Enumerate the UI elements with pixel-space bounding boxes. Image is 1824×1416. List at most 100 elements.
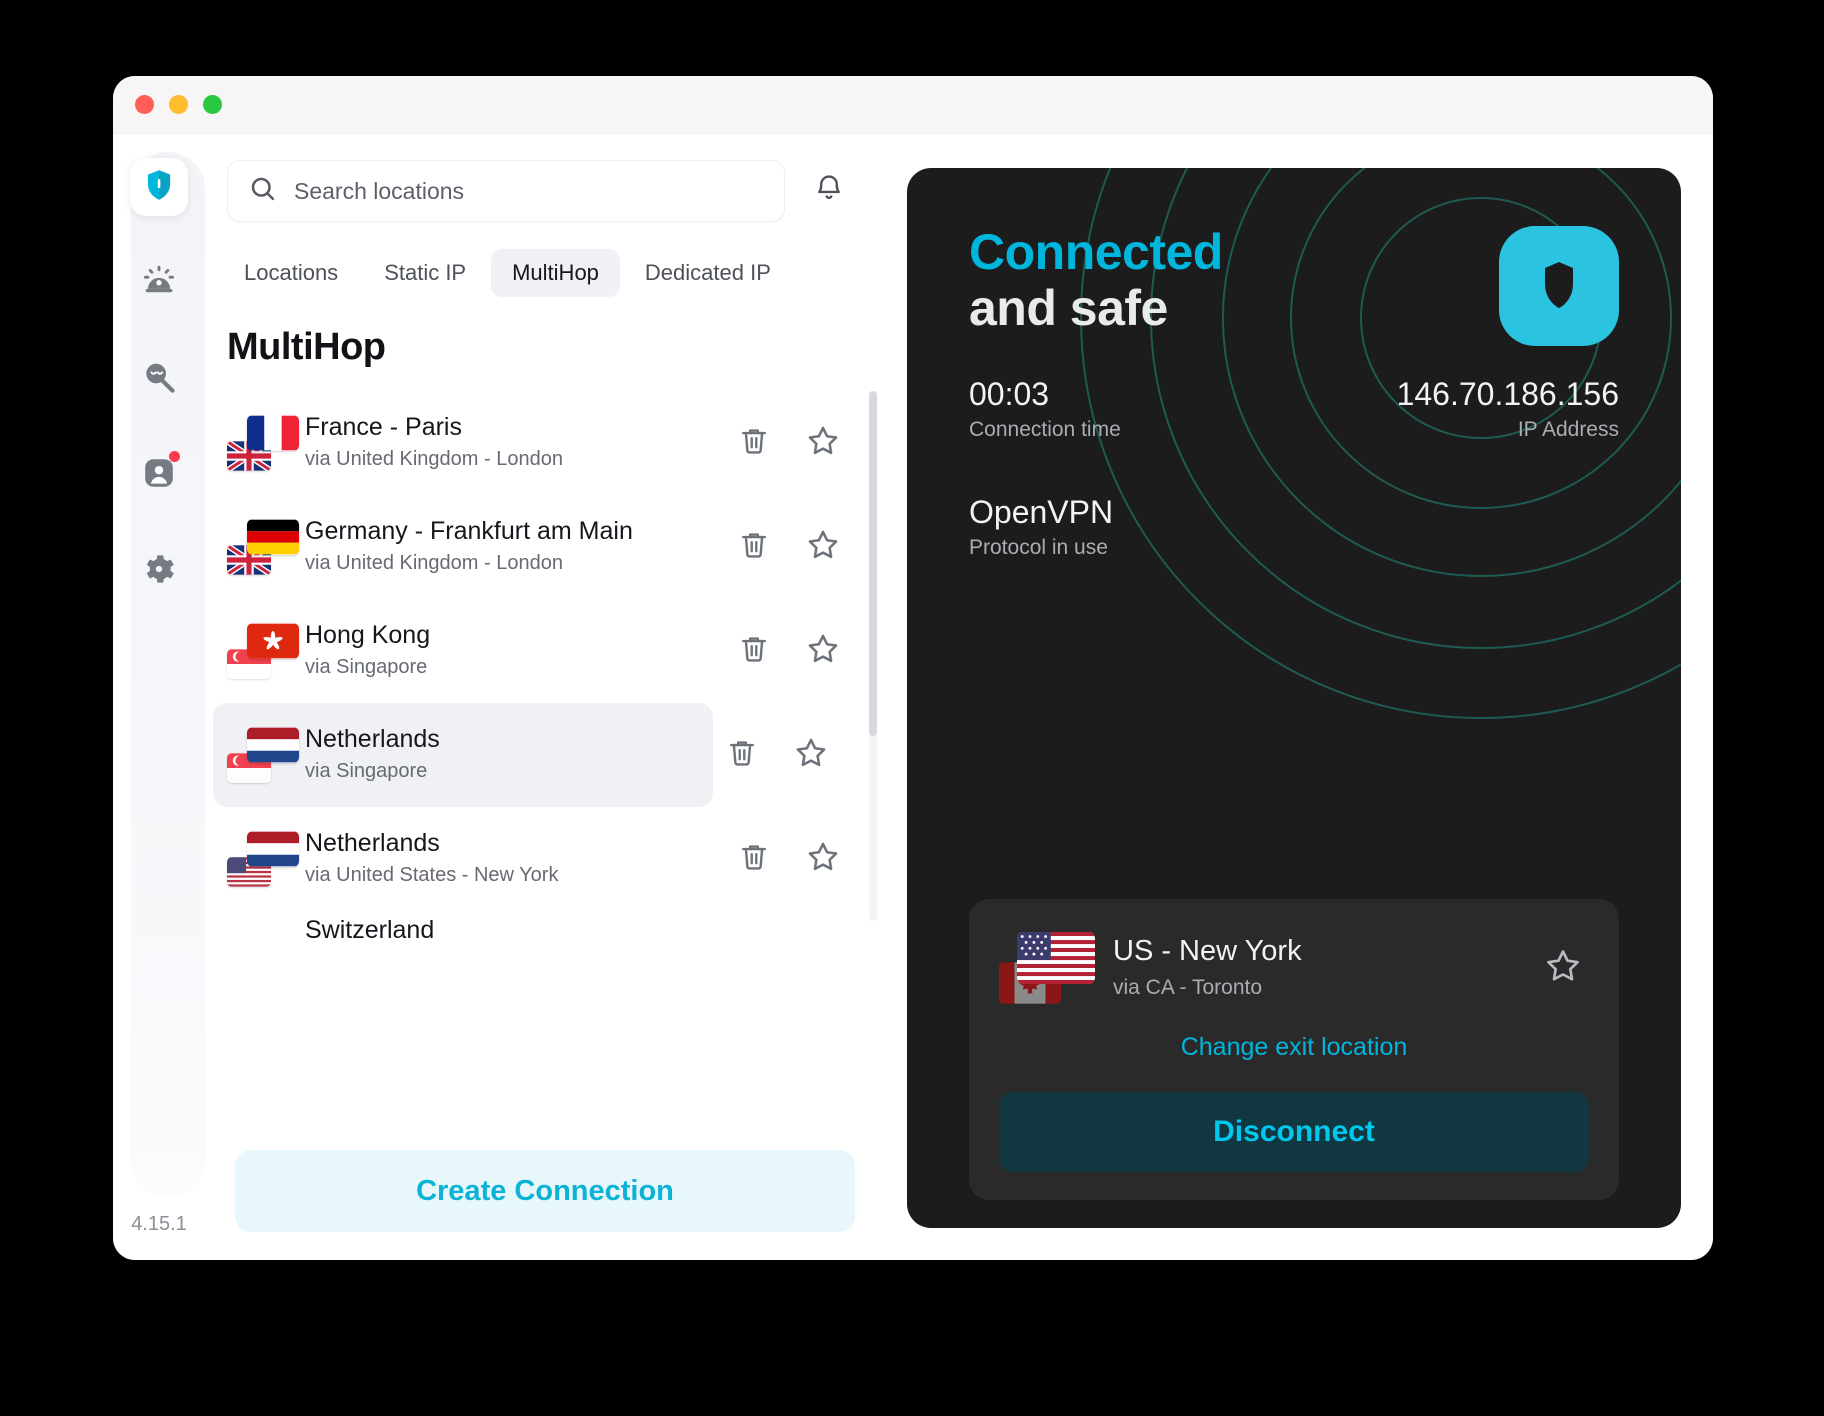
app-body: 4.15.1 Search locations Locations Static… [113, 134, 1713, 1260]
location-name: Germany - Frankfurt am Main [305, 517, 633, 546]
ip-address-stat: 146.70.186.156 IP Address [1397, 374, 1619, 442]
exit-location-via: via CA - Toronto [1113, 976, 1263, 1000]
flag-pair [999, 931, 1095, 1005]
star-outline-icon[interactable] [805, 423, 841, 464]
table-row[interactable]: Netherlands via United States - New York [213, 807, 863, 911]
bell-icon [812, 172, 846, 211]
star-outline-icon[interactable] [805, 839, 841, 880]
tab-bar: Locations Static IP MultiHop Dedicated I… [205, 249, 885, 297]
tab-static-ip[interactable]: Static IP [363, 249, 487, 297]
sidebar-item-settings[interactable] [130, 542, 188, 600]
table-row[interactable]: France - Paris via United Kingdom - Lond… [213, 391, 863, 495]
search-placeholder: Search locations [294, 177, 465, 204]
trash-icon[interactable] [737, 424, 771, 463]
row-actions [737, 839, 853, 880]
sidebar-item-private-search[interactable] [130, 350, 188, 408]
flag-fr-icon [247, 415, 299, 451]
create-connection-button[interactable]: Create Connection [235, 1150, 855, 1232]
incognito-search-icon [140, 358, 178, 401]
star-outline-icon[interactable] [1543, 946, 1589, 991]
sidebar-item-alerts[interactable] [130, 254, 188, 312]
notifications-button[interactable] [807, 169, 851, 213]
page-title: MultiHop [227, 326, 386, 368]
list-fade-overlay [205, 1040, 885, 1150]
trash-icon[interactable] [725, 736, 759, 775]
location-via: via United Kingdom - London [305, 447, 563, 470]
disconnect-button[interactable]: Disconnect [999, 1092, 1589, 1172]
flag-nl-icon [247, 831, 299, 867]
search-input[interactable]: Search locations [227, 160, 785, 222]
sidebar-item-vpn[interactable] [130, 158, 188, 216]
location-name: Netherlands [305, 829, 440, 858]
shield-icon [141, 167, 177, 208]
title-bar [113, 76, 1713, 134]
flag-de-icon [247, 519, 299, 555]
locations-column: Search locations Locations Static IP Mul… [205, 134, 885, 1260]
flag-pair [227, 519, 299, 575]
exit-location-row[interactable]: US - New York via CA - Toronto [999, 931, 1589, 1005]
star-outline-icon[interactable] [793, 735, 829, 776]
connection-panel: Connected and safe 00:03 Connection time… [907, 168, 1681, 1228]
gear-icon [140, 550, 178, 593]
row-text: Netherlands via United States - New York [305, 828, 737, 889]
location-name: Switzerland [305, 916, 435, 945]
locations-list: France - Paris via United Kingdom - Lond… [213, 391, 885, 951]
connection-time-stat: 00:03 Connection time [969, 374, 1121, 442]
table-row[interactable]: Hong Kong via Singapore [213, 599, 863, 703]
flag-us-icon [1017, 931, 1095, 985]
shield-logo-icon [1499, 226, 1619, 351]
table-row-partial[interactable]: Switzerland [213, 911, 863, 951]
maximize-button[interactable] [203, 95, 222, 114]
app-version: 4.15.1 [131, 1213, 187, 1235]
row-text: Hong Kong via Singapore [305, 620, 737, 681]
flag-pair [227, 415, 299, 471]
row-text: Germany - Frankfurt am Main via United K… [305, 516, 737, 577]
search-icon [248, 174, 278, 209]
app-window: 4.15.1 Search locations Locations Static… [113, 76, 1713, 1260]
trash-icon[interactable] [737, 632, 771, 671]
ip-address-label: IP Address [1517, 418, 1619, 441]
connection-time-label: Connection time [969, 418, 1121, 441]
close-button[interactable] [135, 95, 154, 114]
row-text: France - Paris via United Kingdom - Lond… [305, 412, 737, 473]
sidebar-rail: 4.15.1 [113, 134, 205, 1260]
star-outline-icon[interactable] [805, 631, 841, 672]
connection-stats: 00:03 Connection time 146.70.186.156 IP … [969, 374, 1619, 442]
screen: 4.15.1 Search locations Locations Static… [0, 0, 1824, 1416]
row-actions [737, 423, 853, 464]
flag-pair [227, 831, 299, 887]
connection-column: Connected and safe 00:03 Connection time… [885, 134, 1713, 1260]
change-exit-location-link[interactable]: Change exit location [999, 1033, 1589, 1062]
sidebar-item-account[interactable] [130, 446, 188, 504]
account-notification-badge [169, 451, 180, 462]
trash-icon[interactable] [737, 528, 771, 567]
locations-list-wrapper: France - Paris via United Kingdom - Lond… [205, 391, 885, 1150]
location-via: via United Kingdom - London [305, 551, 563, 574]
exit-location-name: US - New York [1113, 935, 1302, 968]
location-name: France - Paris [305, 413, 462, 442]
location-name: Hong Kong [305, 621, 431, 650]
row-text: Switzerland [305, 915, 853, 946]
tab-multihop[interactable]: MultiHop [491, 249, 620, 297]
table-row[interactable]: Germany - Frankfurt am Main via United K… [213, 495, 863, 599]
location-via: via Singapore [305, 655, 428, 678]
star-outline-icon[interactable] [805, 527, 841, 568]
row-actions [213, 703, 863, 807]
location-via: via United States - New York [305, 863, 559, 886]
protocol-value: OpenVPN [969, 494, 1114, 530]
exit-location-card: US - New York via CA - Toronto Change ex… [969, 899, 1619, 1200]
alarm-icon [140, 262, 178, 305]
connection-time-value: 00:03 [969, 376, 1050, 412]
row-actions [737, 527, 853, 568]
exit-location-text: US - New York via CA - Toronto [1113, 933, 1543, 1002]
flag-hk-icon [247, 623, 299, 659]
ip-address-value: 146.70.186.156 [1396, 376, 1619, 412]
tab-dedicated-ip[interactable]: Dedicated IP [624, 249, 792, 297]
minimize-button[interactable] [169, 95, 188, 114]
protocol-stat: OpenVPN Protocol in use [969, 492, 1619, 560]
tab-locations[interactable]: Locations [223, 249, 359, 297]
trash-icon[interactable] [737, 840, 771, 879]
scrollbar-thumb[interactable] [869, 391, 877, 736]
flag-pair [227, 623, 299, 679]
